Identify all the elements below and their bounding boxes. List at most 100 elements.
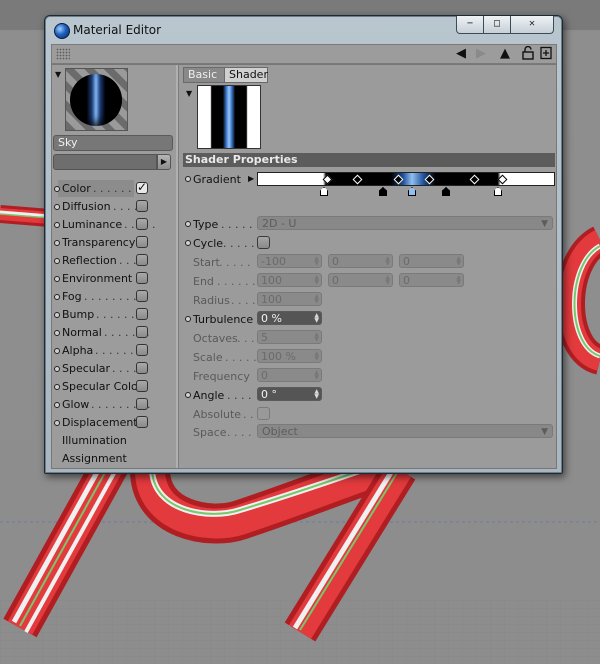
channel-item-bump[interactable]: Bump. . . . . . . . — [52, 306, 178, 323]
end-z-field[interactable]: 0 ▲ ▼ — [399, 273, 464, 287]
grip-icon[interactable] — [56, 48, 70, 60]
keyframe-dot[interactable] — [54, 276, 60, 282]
keyframe-dot[interactable] — [54, 384, 60, 390]
turbulence-field[interactable]: 0 % ▲ ▼ — [257, 311, 322, 325]
tab-shader[interactable]: Shader — [224, 67, 268, 83]
turbulence-value: 0 % — [261, 312, 282, 325]
forward-arrow-icon[interactable]: ▶ — [476, 46, 486, 61]
channel-checkbox[interactable] — [136, 362, 148, 374]
channel-checkbox[interactable] — [136, 398, 148, 410]
keyframe-dot[interactable] — [54, 366, 60, 372]
back-arrow-icon[interactable]: ◀ — [456, 46, 466, 61]
keyframe-dot[interactable] — [54, 348, 60, 354]
channel-item-alpha[interactable]: Alpha. . . . . . . . — [52, 342, 178, 359]
keyframe-dot[interactable] — [185, 240, 191, 246]
channel-item-color[interactable]: Color. . . . . . . . ✓ — [52, 180, 178, 197]
gradient-knot[interactable] — [379, 187, 387, 196]
channel-item-displacement[interactable]: Displacement — [52, 414, 178, 431]
close-button[interactable]: ✕ — [511, 16, 554, 34]
channel-item-glow[interactable]: Glow. . . . . . . . . — [52, 396, 178, 413]
absolute-checkbox[interactable] — [257, 407, 270, 420]
gradient-bar[interactable] — [257, 172, 555, 186]
channel-item-environment[interactable]: Environment — [52, 270, 178, 287]
lock-icon[interactable] — [522, 45, 534, 64]
channel-item-illumination[interactable]: Illumination — [52, 432, 178, 449]
keyframe-dot[interactable] — [54, 222, 60, 228]
material-name-field[interactable]: Sky — [53, 135, 173, 151]
channel-checkbox[interactable]: ✓ — [136, 180, 148, 194]
collapse-triangle-icon[interactable]: ▼ — [55, 70, 61, 79]
gradient-knot[interactable] — [494, 187, 502, 196]
channel-item-luminance[interactable]: Luminance. . . . . — [52, 216, 178, 233]
channel-item-diffusion[interactable]: Diffusion. . . . . — [52, 198, 178, 215]
channel-checkbox[interactable] — [136, 218, 148, 230]
channel-item-fog[interactable]: Fog. . . . . . . . . — [52, 288, 178, 305]
channel-checkbox[interactable] — [136, 326, 148, 338]
keyframe-dot[interactable] — [54, 294, 60, 300]
minimize-button[interactable]: − — [456, 16, 484, 34]
frequency-field[interactable]: 0 ▲ ▼ — [257, 368, 322, 382]
octaves-field[interactable]: 5 ▲ ▼ — [257, 330, 322, 344]
start-y-field[interactable]: 0 ▲ ▼ — [328, 254, 393, 268]
tab-basic[interactable]: Basic — [183, 67, 226, 83]
start-z-field[interactable]: 0 ▲ ▼ — [399, 254, 464, 268]
channel-checkbox[interactable] — [136, 290, 148, 302]
keyframe-dot[interactable] — [54, 402, 60, 408]
keyframe-dot[interactable] — [185, 392, 191, 398]
cycle-checkbox[interactable] — [257, 236, 270, 249]
end-x-field[interactable]: 100 ▲ ▼ — [257, 273, 322, 287]
channel-checkbox[interactable] — [136, 254, 148, 266]
space-dropdown[interactable]: Object ▼ — [257, 424, 553, 438]
gradient-interp-handle[interactable] — [497, 174, 508, 185]
scale-label: Scale — [193, 351, 223, 364]
gradient-interp-handle[interactable] — [352, 174, 363, 185]
keyframe-dot[interactable] — [185, 221, 191, 227]
gradient-interp-handle[interactable] — [469, 174, 480, 185]
channel-label: Alpha — [62, 344, 94, 357]
keyframe-dot[interactable] — [54, 258, 60, 264]
material-link-field[interactable] — [53, 154, 157, 170]
material-link-button[interactable]: ▶ — [157, 154, 171, 170]
scale-field[interactable]: 100 % ▲ ▼ — [257, 349, 322, 363]
title-bar[interactable]: Material Editor − □ ✕ — [45, 16, 562, 46]
keyframe-dot[interactable] — [54, 330, 60, 336]
keyframe-dot[interactable] — [54, 420, 60, 426]
keyframe-dot[interactable] — [54, 204, 60, 210]
gradient-knot[interactable] — [408, 187, 416, 196]
maximize-button[interactable]: □ — [484, 16, 511, 34]
channel-item-normal[interactable]: Normal. . . . . . . — [52, 324, 178, 341]
preview-collapse-icon[interactable]: ▼ — [186, 89, 192, 98]
channel-checkbox[interactable] — [136, 272, 148, 284]
channel-checkbox[interactable] — [136, 200, 148, 212]
channel-checkbox[interactable] — [136, 308, 148, 320]
keyframe-dot[interactable] — [54, 240, 60, 246]
angle-field[interactable]: 0 ° ▲ ▼ — [257, 387, 322, 401]
up-arrow-icon[interactable]: ▲ — [500, 46, 510, 61]
end-y-field[interactable]: 0 ▲ ▼ — [328, 273, 393, 287]
material-editor-window[interactable]: Material Editor − □ ✕ ◀ ▶ ▲ ▼ Sky ▶ Colo… — [44, 15, 563, 474]
keyframe-dot[interactable] — [54, 312, 60, 318]
gradient-interp-handle[interactable] — [322, 174, 333, 185]
start-x-field[interactable]: -100 ▲ ▼ — [257, 254, 322, 268]
keyframe-dot[interactable] — [185, 316, 191, 322]
gradient-knot[interactable] — [320, 187, 328, 196]
channel-checkbox[interactable] — [136, 416, 148, 428]
type-dropdown[interactable]: 2D - U ▼ — [257, 216, 553, 230]
gradient-interp-handle[interactable] — [393, 174, 404, 185]
keyframe-dot[interactable] — [185, 176, 191, 182]
channel-item-assignment[interactable]: Assignment — [52, 450, 178, 467]
keyframe-dot[interactable] — [54, 186, 60, 192]
gradient-knot[interactable] — [442, 187, 450, 196]
channel-checkbox[interactable] — [136, 236, 148, 248]
radius-field[interactable]: 100 ▲ ▼ — [257, 292, 322, 306]
channel-checkbox[interactable] — [136, 380, 148, 392]
channel-item-specular[interactable]: Specular. . . . . — [52, 360, 178, 377]
channel-item-transparency[interactable]: Transparency — [52, 234, 178, 251]
channel-checkbox[interactable] — [136, 344, 148, 356]
gradient-expand-icon[interactable]: ▶ — [248, 174, 254, 183]
gradient-interp-handle[interactable] — [424, 174, 435, 185]
channel-item-reflection[interactable]: Reflection. . . . — [52, 252, 178, 269]
material-preview[interactable] — [65, 68, 128, 131]
channel-item-specular-color[interactable]: Specular Color — [52, 378, 178, 395]
new-window-icon[interactable] — [540, 46, 552, 64]
